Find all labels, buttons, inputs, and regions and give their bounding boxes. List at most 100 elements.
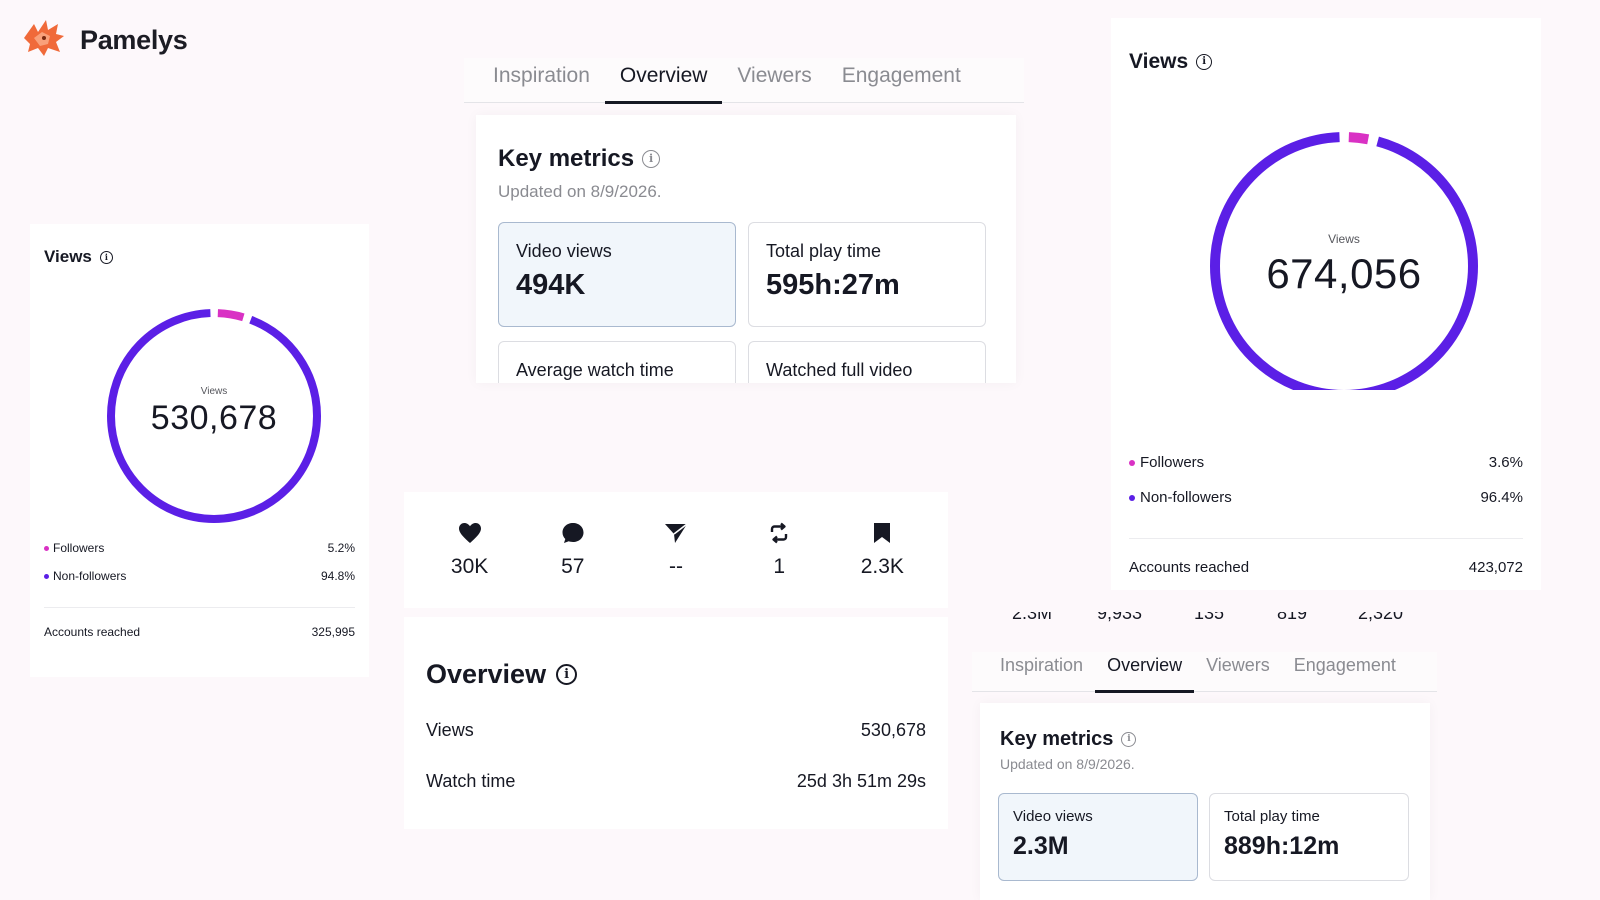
donut-total: 674,056 xyxy=(1266,250,1422,297)
metric-value: 2.3M xyxy=(1013,832,1069,860)
metric-tile-total-play-time[interactable]: Total play time 595h:27m xyxy=(748,222,986,327)
stat-likes: 30K xyxy=(425,522,515,579)
views-title: Views xyxy=(44,247,92,266)
comment-icon xyxy=(561,522,585,549)
nonfollowers-pct: 96.4% xyxy=(1480,489,1523,506)
followers-dot xyxy=(44,545,49,551)
nonfollowers-pct: 94.8% xyxy=(320,569,355,583)
info-icon[interactable]: i xyxy=(99,250,113,264)
accounts-reached-value: 325,995 xyxy=(311,625,355,639)
legend-followers: Followers 3.6% xyxy=(1129,454,1523,471)
reposts-count: 1 xyxy=(773,554,785,578)
divider xyxy=(44,607,355,608)
bookmark-icon xyxy=(872,522,892,549)
tab-engagement[interactable]: Engagement xyxy=(1282,652,1408,692)
metric-tile-watched-full-video[interactable]: Watched full video xyxy=(748,341,986,383)
tab-inspiration[interactable]: Inspiration xyxy=(988,652,1095,692)
tabs-bar-bottom: Inspiration Overview Viewers Engagement xyxy=(972,652,1437,693)
overview-title: Overview xyxy=(426,659,547,689)
tab-overview[interactable]: Overview xyxy=(1095,652,1195,693)
metric-value: 889h:12m xyxy=(1224,832,1340,860)
info-icon[interactable]: i xyxy=(556,664,578,685)
overview-row-views: Views 530,678 xyxy=(426,720,926,741)
overview-label: Views xyxy=(426,720,474,740)
followers-pct: 5.2% xyxy=(327,541,355,555)
clipped-value: 2,320 xyxy=(1358,612,1404,623)
legend-nonfollowers: Non-followers 96.4% xyxy=(1129,489,1523,506)
clipped-value: 135 xyxy=(1194,612,1225,623)
accounts-reached-row: Accounts reached 325,995 xyxy=(44,625,355,639)
clipped-value: 819 xyxy=(1277,612,1308,623)
metric-value: 595h:27m xyxy=(766,269,900,301)
tab-inspiration[interactable]: Inspiration xyxy=(478,58,605,103)
key-metrics-title: Key metrics xyxy=(1000,728,1114,750)
views-donut-chart: Views 530,678 xyxy=(44,289,355,529)
key-metrics-card-top: Key metrics i Updated on 8/9/2026. Video… xyxy=(476,115,1016,383)
views-card-left: Views i Views 530,678 Followers 5.2% Non… xyxy=(30,224,369,677)
donut-label: Views xyxy=(1328,232,1360,246)
likes-count: 30K xyxy=(450,554,489,578)
share-icon xyxy=(664,522,688,549)
heart-icon xyxy=(458,522,482,549)
donut-total: 530,678 xyxy=(150,399,278,437)
stat-shares: -- xyxy=(631,522,721,579)
accounts-reached-row: Accounts reached 423,072 xyxy=(1129,559,1523,576)
followers-dot xyxy=(1129,459,1135,466)
divider xyxy=(1129,538,1523,539)
tab-overview[interactable]: Overview xyxy=(604,58,723,104)
overview-value: 530,678 xyxy=(860,720,926,740)
donut-label: Views xyxy=(200,386,228,397)
overview-value: 25d 3h 51m 29s xyxy=(796,771,926,791)
clipped-value: 9,933 xyxy=(1097,612,1143,623)
metric-label: Video views xyxy=(1013,808,1093,825)
clipped-stats-row: 2.3M 9,933 135 819 2,320 xyxy=(972,612,1437,626)
nonfollowers-dot xyxy=(44,573,49,579)
legend-followers: Followers 5.2% xyxy=(44,541,355,555)
info-icon[interactable]: i xyxy=(1121,732,1137,747)
legend-nonfollowers: Non-followers 94.8% xyxy=(44,569,355,583)
lion-logo-icon xyxy=(20,18,66,63)
key-metrics-card-bottom: Key metrics i Updated on 8/9/2026. Video… xyxy=(980,703,1430,900)
stat-saves: 2.3K xyxy=(837,522,927,579)
metric-tile-video-views[interactable]: Video views 2.3M xyxy=(998,793,1198,881)
tab-engagement[interactable]: Engagement xyxy=(827,58,976,103)
accounts-reached-value: 423,072 xyxy=(1468,559,1523,576)
metric-label: Total play time xyxy=(766,241,882,261)
overview-row-watch-time: Watch time 25d 3h 51m 29s xyxy=(426,771,926,792)
shares-count: -- xyxy=(668,554,683,578)
metric-label: Total play time xyxy=(1224,808,1320,825)
key-metrics-title: Key metrics xyxy=(498,145,635,172)
metric-tile-video-views[interactable]: Video views 494K xyxy=(498,222,736,327)
overview-card: Overview i Views 530,678 Watch time 25d … xyxy=(404,617,948,829)
brand-name: Pamelys xyxy=(80,24,188,55)
updated-date: Updated on 8/9/2026. xyxy=(498,182,662,201)
tabs-bar-top: Inspiration Overview Viewers Engagement xyxy=(464,58,1024,104)
metric-value: 494K xyxy=(516,269,586,301)
accounts-reached-label: Accounts reached xyxy=(44,625,141,639)
info-icon[interactable]: i xyxy=(1196,54,1213,70)
metric-label: Watched full video xyxy=(766,360,913,380)
metric-label: Average watch time xyxy=(516,360,674,380)
views-donut-chart: Views 674,056 xyxy=(1129,90,1523,390)
repost-icon xyxy=(768,522,790,549)
tab-viewers[interactable]: Viewers xyxy=(722,58,826,103)
clipped-value: 2.3M xyxy=(1012,612,1053,623)
stat-reposts: 1 xyxy=(734,522,824,579)
stat-comments: 57 xyxy=(528,522,618,579)
metric-tile-total-play-time[interactable]: Total play time 889h:12m xyxy=(1209,793,1409,881)
engagement-stats: 30K 57 -- 1 2.3K xyxy=(404,492,948,608)
metric-label: Video views xyxy=(516,241,612,261)
brand[interactable]: Pamelys xyxy=(20,18,188,63)
updated-date: Updated on 8/9/2026. xyxy=(1000,756,1135,772)
accounts-reached-label: Accounts reached xyxy=(1129,559,1250,576)
metric-tile-average-watch-time[interactable]: Average watch time xyxy=(498,341,736,383)
saves-count: 2.3K xyxy=(860,554,904,578)
nonfollowers-dot xyxy=(1129,494,1135,501)
overview-label: Watch time xyxy=(426,771,516,791)
followers-pct: 3.6% xyxy=(1488,454,1523,471)
tab-viewers[interactable]: Viewers xyxy=(1194,652,1282,692)
views-card-right: Views i Views 674,056 Followers 3.6% Non… xyxy=(1111,18,1541,590)
info-icon[interactable]: i xyxy=(642,150,661,168)
comments-count: 57 xyxy=(561,554,585,578)
views-title: Views xyxy=(1129,50,1189,73)
